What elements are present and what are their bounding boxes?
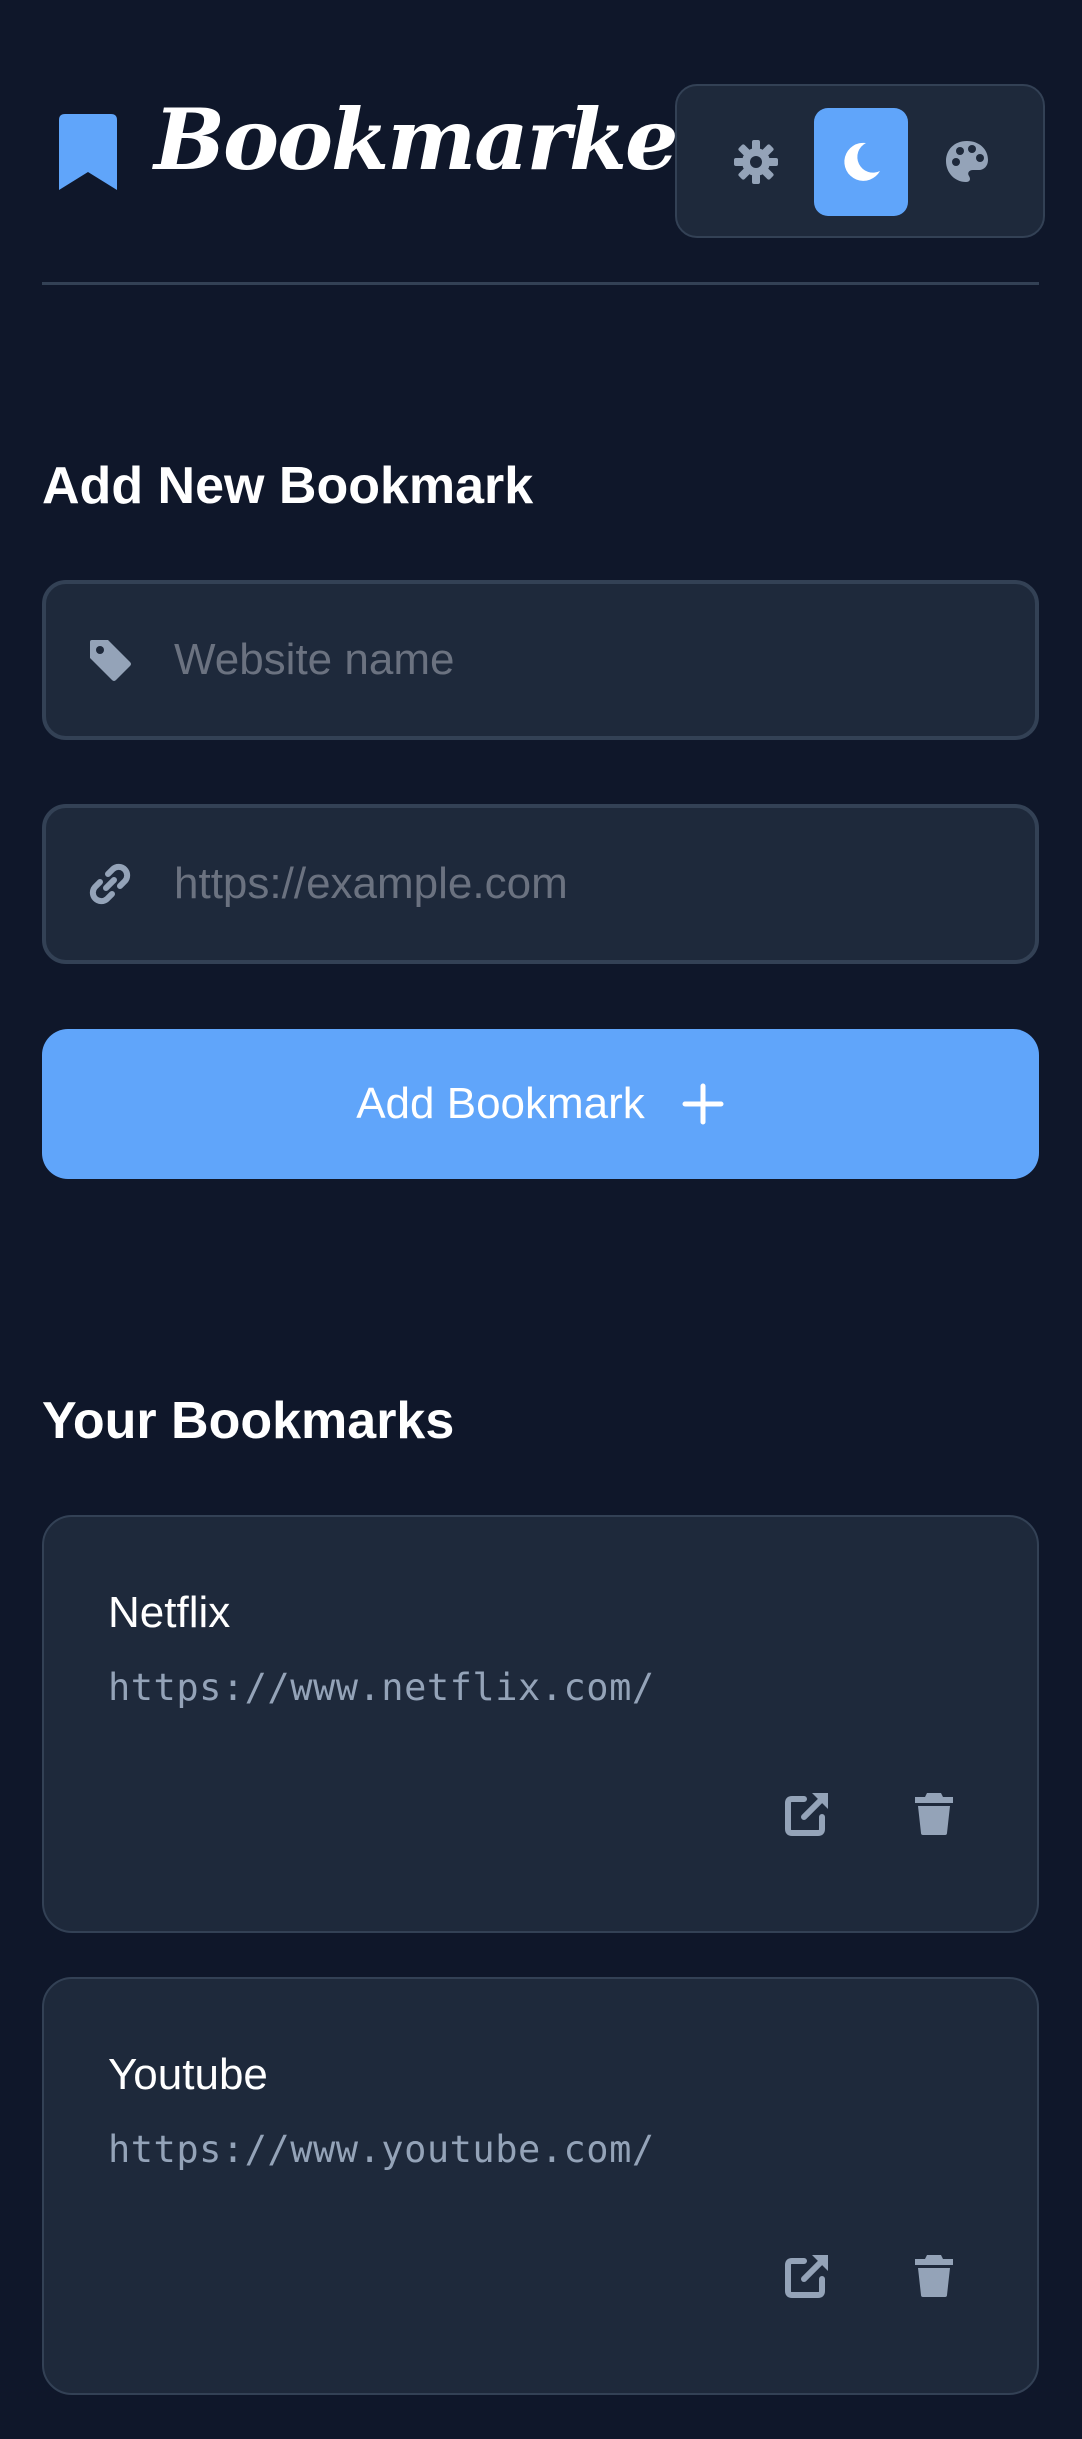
palette-icon [946,141,988,182]
bookmark-name: Netflix [108,1588,231,1637]
link-icon [89,863,131,905]
header-divider [42,282,1039,285]
bookmark-card: Youtube https://www.youtube.com/ [42,1977,1039,2395]
website-name-input[interactable] [174,584,1004,736]
app-header: Bookmarker [42,84,1045,240]
open-bookmark-button[interactable] [776,1781,840,1845]
add-bookmark-label: Add Bookmark [356,1079,645,1128]
bookmark-url: https://www.youtube.com/ [108,2128,655,2171]
theme-light-button[interactable] [709,108,803,216]
bookmark-url: https://www.netflix.com/ [108,1666,655,1709]
moon-icon [844,142,880,181]
url-field [42,804,1039,964]
app-title: Bookmarker [154,90,721,189]
theme-switcher [675,84,1045,238]
gear-icon [734,140,778,184]
plus-icon [682,1083,724,1125]
bookmark-card: Netflix https://www.netflix.com/ [42,1515,1039,1933]
url-input[interactable] [174,808,1004,960]
open-bookmark-button[interactable] [776,2243,840,2307]
external-link-icon [785,1793,828,1836]
theme-custom-button[interactable] [920,108,1014,216]
delete-bookmark-button[interactable] [902,2243,966,2307]
trash-icon [915,1793,953,1835]
add-section-title: Add New Bookmark [42,457,534,515]
tag-icon [90,640,131,681]
website-name-field [42,580,1039,740]
trash-icon [915,2255,953,2297]
external-link-icon [785,2255,828,2298]
add-bookmark-button[interactable]: Add Bookmark [42,1029,1039,1179]
bookmark-icon [59,114,117,190]
delete-bookmark-button[interactable] [902,1781,966,1845]
bookmark-name: Youtube [108,2050,268,2099]
bookmarks-section-title: Your Bookmarks [42,1392,455,1450]
theme-dark-button[interactable] [814,108,908,216]
